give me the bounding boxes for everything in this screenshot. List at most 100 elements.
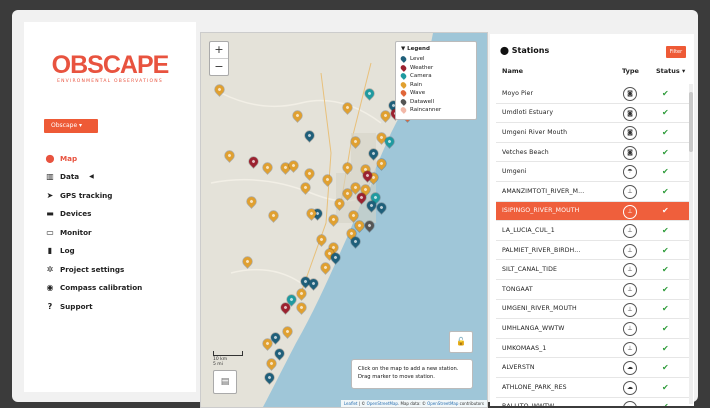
- stations-title: Stations: [511, 46, 550, 55]
- marker-icon: [399, 89, 408, 98]
- map-pin-icon: ⬤: [45, 153, 55, 163]
- column-type[interactable]: Type: [622, 67, 639, 75]
- sidebar: OBSCAPE ENVIRONMENTAL OBSERVATIONS Obsca…: [24, 22, 196, 392]
- station-row[interactable]: UMHLANGA_WWTW ⊥ ✔: [496, 319, 690, 339]
- legend-item: Raincanner: [399, 106, 471, 115]
- nav-item-gps-tracking[interactable]: ➤ GPS tracking: [44, 186, 142, 205]
- stations-panel: ⬤ Stations Filter Name Type Status ▾ Moy…: [490, 34, 694, 406]
- weather-icon: ☁: [623, 380, 637, 395]
- station-row[interactable]: UMKOMAAS_1 ⊥ ✔: [496, 339, 690, 359]
- map-view[interactable]: + − ▼ Legend Level Weather Camera Rain Wave D…: [200, 32, 488, 408]
- marker-icon: [399, 55, 408, 64]
- organization-dropdown[interactable]: Obscape ▾: [44, 119, 98, 133]
- station-row[interactable]: Umgeni River Mouth ◙ ✔: [496, 123, 690, 143]
- station-row[interactable]: ATHLONE_PARK_RES ☁ ✔: [496, 378, 690, 398]
- station-row[interactable]: ISIPINGO_RIVER_MOUTH ⊥ ✔: [496, 201, 690, 222]
- legend-label: Raincanner: [410, 107, 442, 114]
- station-name: Moyo Pier: [502, 89, 534, 97]
- scale-mi: 5 mi: [213, 362, 223, 367]
- zoom-out-button[interactable]: −: [210, 59, 228, 75]
- stations-scrollbar[interactable]: [689, 84, 693, 404]
- status-ok-icon: ✔: [662, 284, 669, 294]
- status-ok-icon: ✔: [662, 402, 669, 406]
- status-ok-icon: ✔: [662, 343, 669, 353]
- app-window: OBSCAPE ENVIRONMENTAL OBSERVATIONS Obsca…: [12, 10, 698, 408]
- lock-icon[interactable]: 🔓: [449, 331, 473, 353]
- caret-left-icon: ◀: [89, 173, 94, 181]
- nav-item-compass-calibration[interactable]: ◉ Compass calibration: [44, 279, 143, 298]
- station-name: ALVERSTN: [502, 364, 535, 372]
- legend-label: Datawell: [410, 98, 435, 105]
- osm-link-2[interactable]: OpenStreetMap: [427, 401, 458, 406]
- level-icon: ⊥: [623, 263, 637, 278]
- station-name: BALLITO_WWTW: [502, 403, 554, 406]
- logo-subtitle: ENVIRONMENTAL OBSERVATIONS: [57, 79, 163, 84]
- nav-label: Log: [60, 246, 75, 256]
- attribution-mid: . Map data: ©: [397, 401, 428, 406]
- map-instructions: Click on the map to add a new station. D…: [351, 359, 473, 389]
- station-row[interactable]: Umdloti Estuary ◙ ✔: [496, 104, 690, 124]
- station-name: UMKOMAAS_1: [502, 344, 547, 352]
- level-icon: ⊥: [623, 224, 637, 239]
- station-row[interactable]: AMANZIMTOTI_RIVER_M... ⊥ ✔: [496, 182, 690, 202]
- layers-icon[interactable]: ▤: [213, 370, 237, 394]
- leaflet-link[interactable]: Leaflet: [344, 401, 358, 406]
- legend-label: Wave: [410, 90, 426, 97]
- zoom-control: + −: [209, 41, 229, 76]
- station-name: Vetches Beach: [502, 148, 549, 156]
- column-status[interactable]: Status ▾: [656, 67, 685, 75]
- camera-icon: ◙: [623, 106, 637, 121]
- level-icon: ⊥: [623, 282, 637, 297]
- compass-icon: ◉: [46, 283, 54, 293]
- station-row[interactable]: Umgeni ☂ ✔: [496, 162, 690, 182]
- station-name: UMGENI_RIVER_MOUTH: [502, 305, 577, 313]
- osm-link[interactable]: OpenStreetMap: [367, 401, 398, 406]
- station-row[interactable]: BALLITO_WWTW ☁ ✔: [496, 398, 690, 406]
- station-row[interactable]: TONGAAT ⊥ ✔: [496, 280, 690, 300]
- status-ok-icon: ✔: [662, 127, 669, 137]
- status-ok-icon: ✔: [662, 108, 669, 118]
- station-row[interactable]: Moyo Pier ◙ ✔: [496, 84, 690, 104]
- map-pin-icon: ⬤: [500, 46, 509, 55]
- nav-item-project-settings[interactable]: ✲ Project settings: [44, 260, 142, 279]
- nav-label: Devices: [60, 209, 92, 219]
- station-row[interactable]: LA_LUCIA_CUL_1 ⊥ ✔: [496, 221, 690, 241]
- nav-item-support[interactable]: ? Support: [44, 297, 142, 316]
- map-attribution: Leaflet | © OpenStreetMap. Map data: © O…: [340, 400, 487, 407]
- stations-table: Moyo Pier ◙ ✔ Umdloti Estuary ◙ ✔ Umgeni River…: [496, 84, 690, 406]
- station-row[interactable]: PALMIET_RIVER_BIRDH... ⊥ ✔: [496, 241, 690, 261]
- status-ok-icon: ✔: [662, 323, 669, 333]
- status-ok-icon: ✔: [662, 186, 669, 196]
- legend-title: ▼ Legend: [401, 46, 430, 52]
- nav-label: Support: [60, 301, 93, 311]
- nav-item-map[interactable]: ⬤ Map: [44, 149, 142, 168]
- nav-label: GPS tracking: [60, 190, 113, 200]
- column-name[interactable]: Name: [502, 67, 523, 75]
- station-row[interactable]: ALVERSTN ☁ ✔: [496, 358, 690, 378]
- status-ok-icon: ✔: [662, 363, 669, 373]
- book-icon: ▮: [47, 246, 53, 256]
- station-name: PALMIET_RIVER_BIRDH...: [502, 246, 581, 254]
- station-row[interactable]: Vetches Beach ◙ ✔: [496, 143, 690, 163]
- question-icon: ?: [47, 301, 53, 311]
- nav-item-monitor[interactable]: ▭ Monitor: [44, 223, 142, 242]
- nav-item-data[interactable]: ▥ Data ◀: [44, 168, 142, 187]
- legend-item: Camera: [399, 72, 471, 81]
- filter-button[interactable]: Filter: [666, 46, 686, 58]
- status-ok-icon: ✔: [662, 382, 669, 392]
- level-icon: ⊥: [623, 322, 637, 337]
- station-row[interactable]: UMGENI_RIVER_MOUTH ⊥ ✔: [496, 300, 690, 320]
- nav-label: Map: [60, 153, 78, 163]
- marker-icon: [399, 72, 408, 81]
- nav-item-log[interactable]: ▮ Log: [44, 242, 142, 261]
- nav-item-devices[interactable]: ▬ Devices: [44, 205, 142, 224]
- station-name: Umgeni River Mouth: [502, 128, 568, 136]
- instruction-line-2: Drag marker to move station.: [358, 374, 435, 380]
- devices-icon: ▬: [46, 209, 54, 219]
- status-ok-icon: ✔: [662, 225, 669, 235]
- weather-icon: ☁: [623, 361, 637, 376]
- zoom-in-button[interactable]: +: [210, 42, 228, 59]
- legend-label: Rain: [410, 81, 423, 88]
- station-row[interactable]: SILT_CANAL_TIDE ⊥ ✔: [496, 260, 690, 280]
- map-legend[interactable]: ▼ Legend Level Weather Camera Rain Wave Dataw…: [395, 41, 477, 120]
